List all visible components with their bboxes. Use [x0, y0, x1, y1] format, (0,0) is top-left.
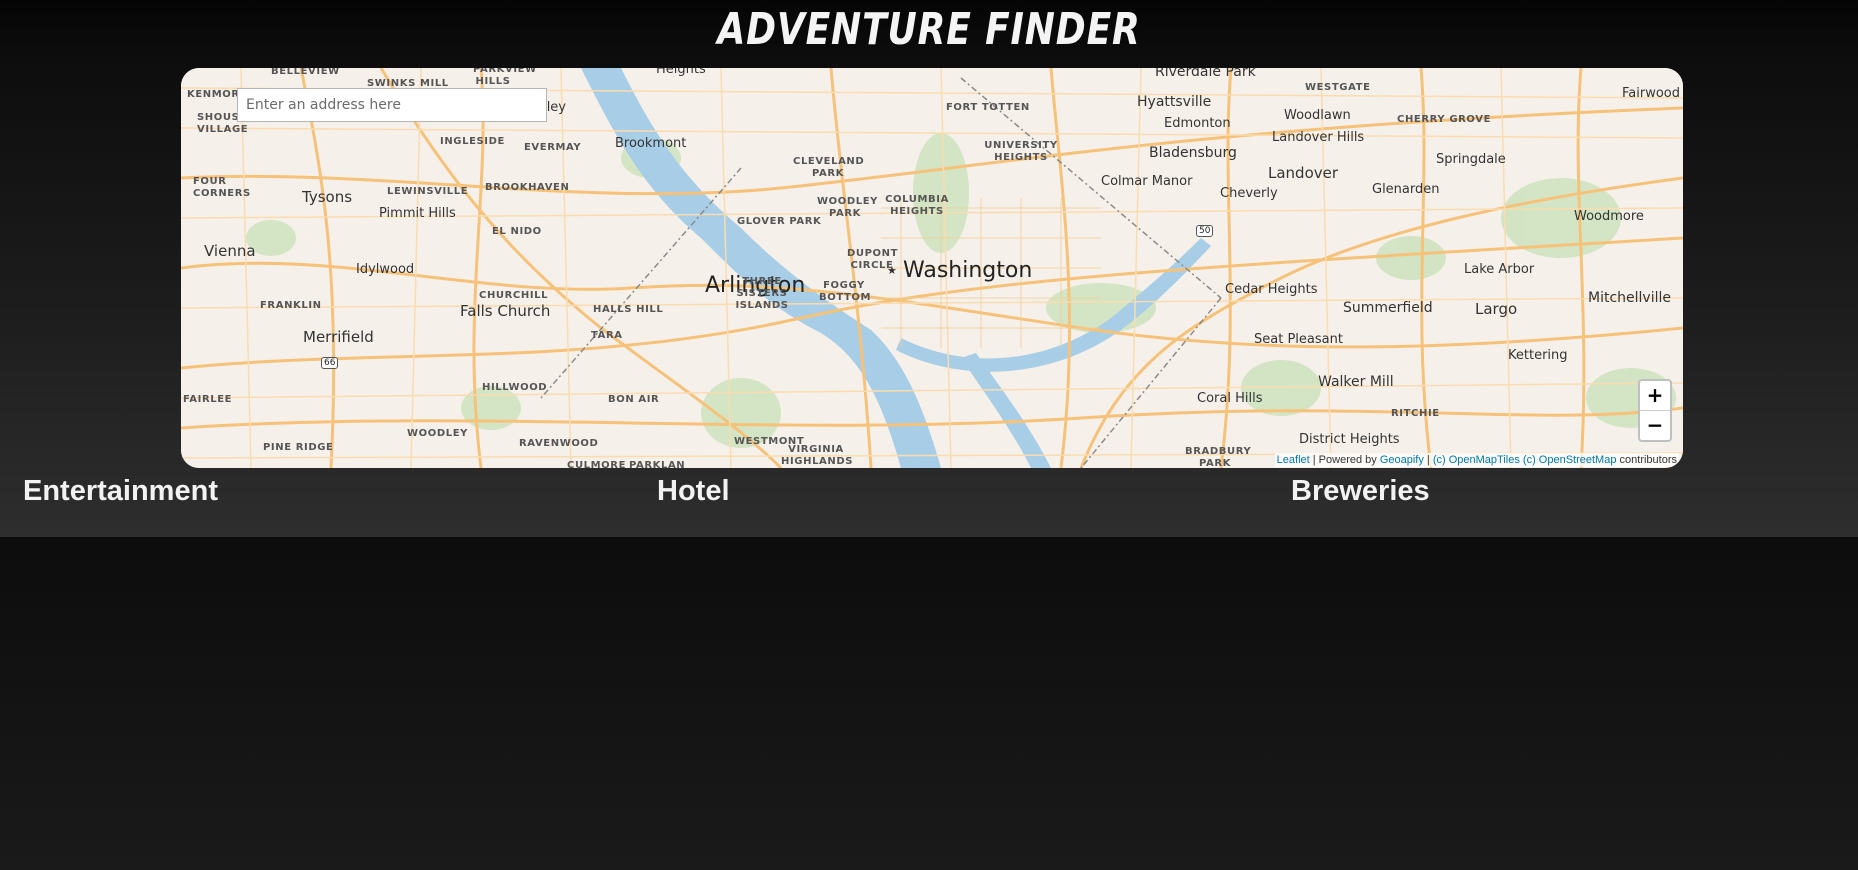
map-label-ritchie: RITCHIE [1391, 408, 1440, 419]
map-label-cedar-heights: Cedar Heights [1225, 282, 1318, 297]
map-label-franklin: FRANKLIN [260, 300, 322, 311]
openstreetmap-link[interactable]: (c) OpenStreetMap [1523, 454, 1617, 466]
map-label-evermay: EVERMAY [524, 142, 582, 153]
map-label-landover-hills: Landover Hills [1272, 130, 1365, 145]
map-label-parkview-hills: PARKVIEW HILLS [473, 68, 537, 87]
map-label-brookhaven: BROOKHAVEN [485, 182, 570, 193]
map-container[interactable]: Washington ★ Arlington Tysons Vienna Mer… [181, 68, 1683, 468]
map-label-summerfield: Summerfield [1343, 300, 1433, 316]
map-label-tysons: Tysons [302, 188, 353, 206]
zoom-in-button[interactable]: + [1640, 381, 1670, 410]
map-label-cheverly: Cheverly [1220, 186, 1278, 201]
map-label-seat-pleasant: Seat Pleasant [1254, 332, 1343, 347]
geoapify-link[interactable]: Geoapify [1380, 454, 1424, 466]
map-label-parklan: PARKLAN [629, 460, 686, 468]
map-label-springdale: Springdale [1436, 152, 1506, 167]
map-label-merrifield: Merrifield [303, 328, 374, 346]
map-label-heights: Heights [656, 68, 706, 77]
page-title: ADVENTURE FINDER [717, 4, 1141, 55]
map-label-falls-church: Falls Church [460, 302, 551, 320]
hotel-heading: Hotel [657, 475, 730, 507]
leaflet-link[interactable]: Leaflet [1277, 454, 1310, 466]
map-label-woodlawn: Woodlawn [1284, 108, 1351, 123]
map-label-coral-hills: Coral Hills [1197, 391, 1263, 406]
map-label-lewinsville: LEWINSVILLE [387, 186, 469, 197]
map-label-landover: Landover [1268, 164, 1339, 182]
map-label-fort-totten: FORT TOTTEN [946, 102, 1030, 113]
map-label-ingleside: INGLESIDE [440, 136, 505, 147]
map-label-pine-ridge: PINE RIDGE [263, 442, 334, 453]
map-label-kettering: Kettering [1508, 348, 1568, 363]
map-label-cleveland-park: CLEVELAND PARK [793, 156, 865, 179]
attribution-separator: | Powered by [1309, 454, 1380, 466]
map-label-halls-hill: HALLS HILL [593, 304, 664, 315]
map-label-hillwood: HILLWOOD [482, 382, 548, 393]
attribution-tail: contributors [1616, 454, 1677, 466]
map-label-four-corners: FOUR CORNERS [193, 176, 251, 199]
zoom-out-button[interactable]: − [1640, 410, 1670, 440]
map-label-belleview: BELLEVIEW [271, 68, 340, 77]
map-label-mitchellville: Mitchellville [1588, 290, 1671, 306]
openmaptiles-link[interactable]: (c) OpenMapTiles [1433, 454, 1520, 466]
map-label-glenarden: Glenarden [1372, 182, 1440, 197]
map-label-brookmont: Brookmont [615, 136, 687, 151]
map-label-churchill: CHURCHILL [479, 290, 549, 301]
map-label-largo: Largo [1475, 300, 1518, 318]
map-label-westgate: WESTGATE [1305, 82, 1371, 93]
map-label-idylwood: Idylwood [356, 262, 415, 277]
map-label-fairlee: FAIRLEE [183, 394, 233, 405]
map-label-vienna: Vienna [204, 242, 256, 260]
map-label-university-heights: UNIVERSITY HEIGHTS [984, 140, 1058, 163]
zoom-control: + − [1638, 379, 1672, 442]
map-label-cherry-grove: CHERRY GROVE [1397, 114, 1492, 125]
map-label-bradbury-park: BRADBURY PARK [1185, 446, 1252, 468]
map-attribution: Leaflet | Powered by Geoapify | (c) Open… [1274, 453, 1679, 467]
attribution-separator: | [1423, 454, 1433, 466]
address-search-input[interactable] [237, 88, 547, 122]
map-label-riverdale-park: Riverdale Park [1155, 68, 1256, 80]
map-label-walker-mill: Walker Mill [1318, 374, 1394, 390]
map-label-virginia-highlands: VIRGINIA HIGHLANDS [781, 444, 854, 467]
route-66-shield-icon: 66 [321, 357, 339, 369]
map-label-district-heights: District Heights [1299, 432, 1400, 447]
map-label-fairwood: Fairwood [1622, 86, 1680, 101]
map-label-pimmit-hills: Pimmit Hills [379, 206, 456, 221]
map-label-woodley-park: WOODLEY PARK [817, 196, 878, 219]
map-label-culmore: CULMORE [567, 460, 627, 468]
map-label-tara: TARA [591, 330, 623, 341]
map-label-hyattsville: Hyattsville [1137, 94, 1212, 110]
map-label-glover-park: GLOVER PARK [737, 216, 822, 227]
map-label-ravenwood: RAVENWOOD [519, 438, 599, 449]
map-label-woodley: WOODLEY [407, 428, 468, 439]
map-label-bon-air: BON AIR [608, 394, 660, 405]
map-label-dupont-circle: DUPONT CIRCLE [847, 248, 899, 271]
entertainment-heading: Entertainment [23, 475, 218, 507]
map-label-lake-arbor: Lake Arbor [1464, 262, 1535, 277]
breweries-heading: Breweries [1291, 475, 1430, 507]
route-50-shield-icon: 50 [1196, 225, 1214, 237]
map-label-woodmore: Woodmore [1574, 209, 1644, 224]
map-label-washington: Washington [903, 258, 1033, 283]
map-label-foggy-bottom: FOGGY BOTTOM [819, 280, 872, 303]
map-label-columbia-heights: COLUMBIA HEIGHTS [885, 194, 949, 217]
map-label-el-nido: EL NIDO [492, 226, 542, 237]
map-label-edmonton: Edmonton [1164, 116, 1231, 131]
map-label-colmar-manor: Colmar Manor [1101, 174, 1193, 189]
map-label-bladensburg: Bladensburg [1149, 145, 1237, 161]
map-label-three-sisters-islands: THREE SISTERS ISLANDS [735, 276, 789, 311]
